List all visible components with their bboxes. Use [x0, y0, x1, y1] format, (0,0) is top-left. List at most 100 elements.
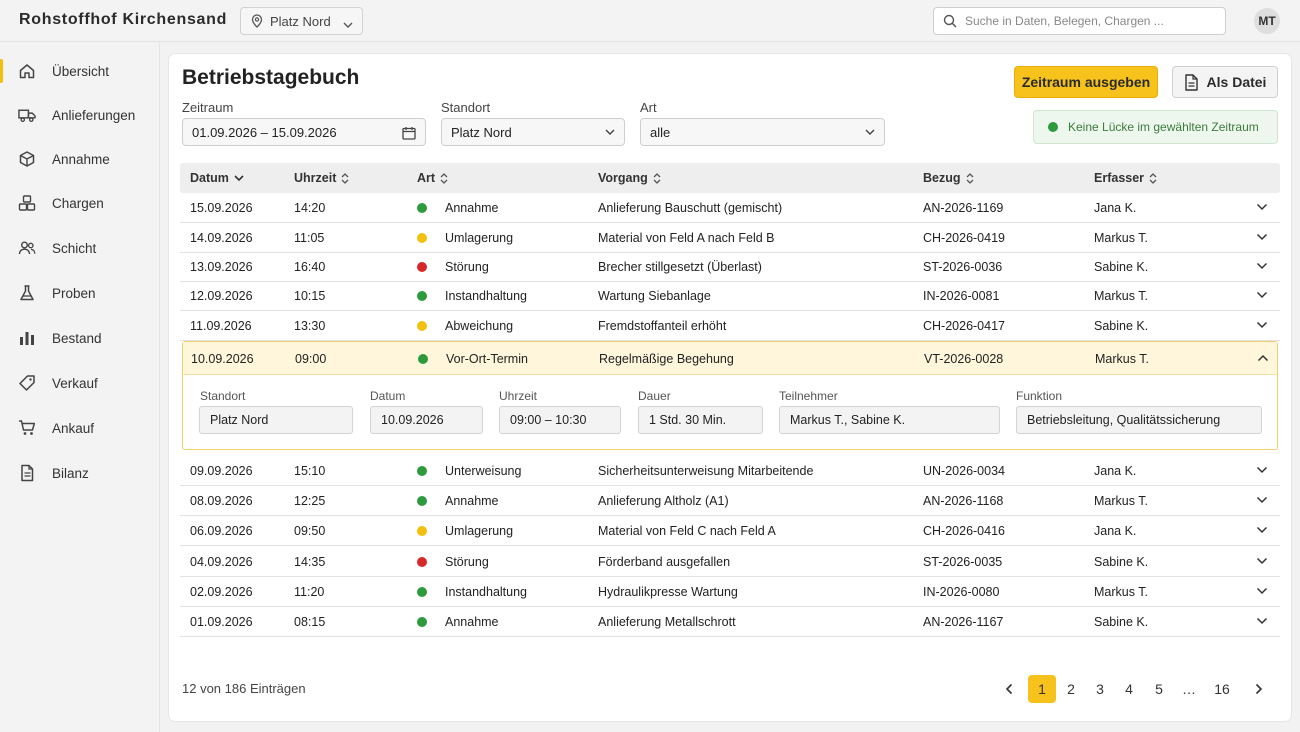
sidebar-item-bilanz[interactable]: Bilanz [0, 453, 159, 493]
zeitraum-value: 01.09.2026 – 15.09.2026 [192, 124, 337, 140]
table-row[interactable]: 02.09.2026 11:20 Instandhaltung Hydrauli… [180, 577, 1280, 607]
cell-bezug: AN-2026-1168 [923, 494, 1004, 508]
expand-chevron-icon[interactable] [1256, 587, 1268, 595]
sidebar-item-anlieferungen[interactable]: Anlieferungen [0, 95, 159, 135]
app-title: Rohstoffhof Kirchensand [19, 11, 228, 28]
pagination-next-button[interactable] [1244, 675, 1274, 703]
sort-icon [440, 172, 448, 184]
pagination-page-2[interactable]: 2 [1057, 675, 1085, 703]
expand-chevron-icon[interactable] [1256, 203, 1268, 211]
expand-chevron-icon[interactable] [1256, 557, 1268, 565]
expand-chevron-icon[interactable] [1256, 233, 1268, 241]
table-row[interactable]: 06.09.2026 09:50 Umlagerung Material von… [180, 516, 1280, 546]
cell-art: Abweichung [417, 319, 513, 333]
cell-art: Instandhaltung [417, 585, 527, 599]
zeitraum-field[interactable]: 01.09.2026 – 15.09.2026 [182, 118, 426, 146]
cell-erfasser: Sabine K. [1094, 615, 1149, 629]
expanded-row: 10.09.2026 09:00 Vor-Ort-Termin Regelmäß… [182, 341, 1278, 450]
detail-dauer-field: 1 Std. 30 Min. [638, 406, 763, 434]
expand-chevron-icon[interactable] [1256, 321, 1268, 329]
calendar-icon [402, 126, 416, 140]
status-banner: Keine Lücke im gewählten Zeitraum [1033, 110, 1278, 144]
cell-vorgang: Material von Feld C nach Feld A [598, 524, 776, 538]
column-header-datum[interactable]: Datum [190, 171, 244, 185]
cell-uhrzeit: 09:50 [294, 524, 326, 538]
cell-bezug: ST-2026-0035 [923, 555, 1003, 569]
sidebar-item-ankauf[interactable]: Ankauf [0, 408, 159, 448]
detail-datum-field: 10.09.2026 [370, 406, 483, 434]
sidebar-item-proben[interactable]: Proben [0, 273, 159, 313]
pagination-page-16[interactable]: 16 [1205, 675, 1239, 703]
table-row[interactable]: 13.09.2026 16:40 Störung Brecher stillge… [180, 252, 1280, 282]
table-row[interactable]: 15.09.2026 14:20 Annahme Anlieferung Bau… [180, 193, 1280, 223]
cell-art: Annahme [417, 201, 499, 215]
save-as-file-button[interactable]: Als Datei [1172, 66, 1278, 98]
art-value: alle [650, 124, 671, 140]
standort-select[interactable]: Platz Nord [441, 118, 625, 146]
status-dot-red [417, 557, 427, 567]
table-row[interactable]: 01.09.2026 08:15 Annahme Anlieferung Met… [180, 607, 1280, 637]
table-row[interactable]: 11.09.2026 13:30 Abweichung Fremdstoffan… [180, 311, 1280, 341]
sidebar-item-uebersicht[interactable]: Übersicht [0, 51, 159, 91]
pagination-page-5[interactable]: 5 [1145, 675, 1173, 703]
pagination-page-1[interactable]: 1 [1028, 675, 1056, 703]
status-dot-green [417, 203, 427, 213]
sidebar-item-verkauf[interactable]: Verkauf [0, 363, 159, 403]
location-selector[interactable]: Platz Nord [240, 7, 363, 35]
pagination-page-3[interactable]: 3 [1086, 675, 1114, 703]
collapse-chevron-icon[interactable] [1257, 354, 1269, 362]
art-label: Art [640, 100, 657, 115]
chevron-left-icon [1005, 683, 1013, 695]
status-dot-green [417, 496, 427, 506]
table-row[interactable]: 12.09.2026 10:15 Instandhaltung Wartung … [180, 281, 1280, 311]
expand-chevron-icon[interactable] [1256, 291, 1268, 299]
cell-erfasser: Jana K. [1094, 524, 1137, 538]
column-header-erfasser[interactable]: Erfasser [1094, 171, 1157, 185]
cell-vorgang: Förderband ausgefallen [598, 555, 731, 569]
table-row[interactable]: 09.09.2026 15:10 Unterweisung Sicherheit… [180, 456, 1280, 486]
export-period-button[interactable]: Zeitraum ausgeben [1014, 66, 1158, 98]
search-input[interactable] [965, 14, 1215, 28]
status-dot-green [417, 587, 427, 597]
sidebar-item-bestand[interactable]: Bestand [0, 318, 159, 358]
bar-chart-icon [18, 329, 36, 347]
status-dot-green [417, 617, 427, 627]
cell-uhrzeit: 08:15 [294, 615, 326, 629]
cell-bezug: AN-2026-1167 [923, 615, 1004, 629]
cell-uhrzeit: 16:40 [294, 260, 326, 274]
column-header-vorgang[interactable]: Vorgang [598, 171, 661, 185]
expand-chevron-icon[interactable] [1256, 526, 1268, 534]
expand-chevron-icon[interactable] [1256, 262, 1268, 270]
chevron-down-icon [865, 128, 875, 136]
cell-vorgang: Regelmäßige Begehung [599, 352, 734, 366]
detail-uhrzeit-label: Uhrzeit [499, 389, 538, 403]
column-label: Uhrzeit [294, 171, 337, 185]
user-avatar[interactable]: MT [1254, 8, 1280, 34]
art-label: Annahme [445, 494, 499, 508]
pagination-prev-button[interactable] [994, 675, 1024, 703]
cell-erfasser: Markus T. [1094, 231, 1148, 245]
art-label: Störung [445, 260, 489, 274]
column-header-bezug[interactable]: Bezug [923, 171, 974, 185]
detail-funktion-label: Funktion [1016, 389, 1063, 403]
column-header-art[interactable]: Art [417, 171, 448, 185]
cell-art: Umlagerung [417, 231, 513, 245]
pagination-page-4[interactable]: 4 [1115, 675, 1143, 703]
table-row[interactable]: 08.09.2026 12:25 Annahme Anlieferung Alt… [180, 486, 1280, 516]
table-row[interactable]: 04.09.2026 14:35 Störung Förderband ausg… [180, 547, 1280, 577]
detail-teilnehmer-label: Teilnehmer [779, 389, 838, 403]
cell-erfasser: Markus T. [1094, 585, 1148, 599]
column-header-uhrzeit[interactable]: Uhrzeit [294, 171, 349, 185]
expand-chevron-icon[interactable] [1256, 496, 1268, 504]
expand-chevron-icon[interactable] [1256, 466, 1268, 474]
table-row-expanded[interactable]: 10.09.2026 09:00 Vor-Ort-Termin Regelmäß… [183, 342, 1277, 375]
package-icon [18, 150, 36, 168]
sidebar: Übersicht Anlieferungen Annahme Chargen … [0, 43, 160, 732]
art-select[interactable]: alle [640, 118, 885, 146]
expand-chevron-icon[interactable] [1256, 617, 1268, 625]
page-title: Betriebstagebuch [182, 66, 360, 89]
sidebar-item-chargen[interactable]: Chargen [0, 183, 159, 223]
sidebar-item-schicht[interactable]: Schicht [0, 228, 159, 268]
sidebar-item-annahme[interactable]: Annahme [0, 139, 159, 179]
table-row[interactable]: 14.09.2026 11:05 Umlagerung Material von… [180, 223, 1280, 253]
